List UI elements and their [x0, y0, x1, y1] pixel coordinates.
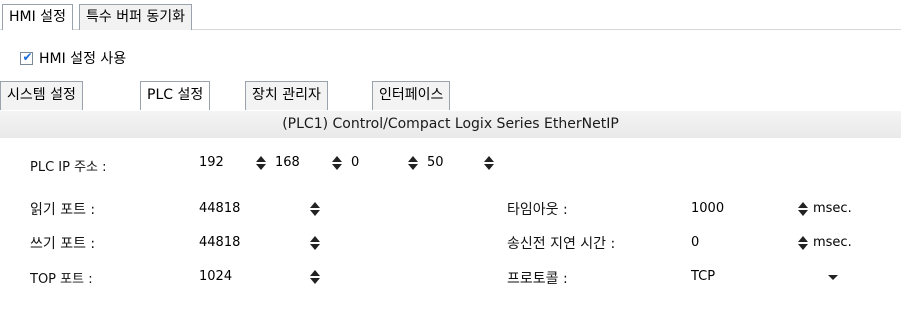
check-mark-icon: ✔	[22, 49, 33, 64]
top-tab-bar: HMI 설정 특수 버퍼 동기화	[0, 0, 901, 32]
read-port-label: 읽기 포트 :	[30, 202, 96, 218]
protocol-dropdown[interactable]: TCP	[688, 266, 848, 288]
tab-hmi-settings[interactable]: HMI 설정	[2, 4, 73, 30]
timeout-spinner[interactable]: 1000	[688, 198, 812, 220]
spinner-arrows-icon[interactable]	[484, 155, 494, 171]
plc-ip-octet-3[interactable]: 0	[348, 152, 422, 174]
write-port-label: 쓰기 포트 :	[30, 236, 96, 252]
spinner-arrows-icon[interactable]	[310, 269, 320, 285]
spinner-arrows-icon[interactable]	[332, 155, 342, 171]
chevron-down-icon[interactable]	[828, 275, 838, 280]
write-port-spinner[interactable]: 44818	[196, 232, 324, 254]
read-port-value: 44818	[199, 201, 241, 216]
plc-ip-octet-1[interactable]: 192	[196, 152, 270, 174]
spinner-arrows-icon[interactable]	[310, 201, 320, 217]
spinner-arrows-icon[interactable]	[798, 201, 808, 217]
plc-ip-octet-2[interactable]: 168	[272, 152, 346, 174]
tab-special-buffer-sync[interactable]: 특수 버퍼 동기화	[79, 4, 193, 30]
plc-settings-panel: (PLC1) Control/Compact Logix Series Ethe…	[0, 111, 901, 315]
tab-interface[interactable]: 인터페이스	[372, 81, 451, 110]
timeout-value: 1000	[691, 201, 725, 216]
hmi-settings-enable-checkbox[interactable]: ✔	[20, 49, 33, 65]
panel-title: (PLC1) Control/Compact Logix Series Ethe…	[0, 111, 901, 138]
timeout-unit: msec.	[813, 201, 852, 216]
tab-system-settings[interactable]: 시스템 설정	[0, 81, 83, 110]
plc-ip-octet-2-value: 168	[275, 155, 300, 170]
top-port-label: TOP 포트 :	[30, 272, 93, 287]
write-port-value: 44818	[199, 235, 241, 250]
plc-ip-octet-3-value: 0	[351, 155, 360, 170]
spinner-arrows-icon[interactable]	[408, 155, 418, 171]
hmi-settings-enable-row[interactable]: ✔ HMI 설정 사용	[20, 48, 126, 68]
sub-tab-bar: 시스템 설정 PLC 설정 장치 관리자 인터페이스	[0, 79, 901, 111]
send-delay-unit: msec.	[813, 235, 852, 250]
hmi-settings-enable-label: HMI 설정 사용	[39, 51, 127, 67]
protocol-label: 프로토콜 :	[507, 271, 568, 287]
spinner-arrows-icon[interactable]	[798, 235, 808, 251]
spinner-arrows-icon[interactable]	[256, 155, 266, 171]
top-port-spinner[interactable]: 1024	[196, 266, 324, 288]
spinner-arrows-icon[interactable]	[310, 235, 320, 251]
plc-ip-label: PLC IP 주소 :	[30, 160, 107, 175]
tab-device-manager[interactable]: 장치 관리자	[245, 81, 328, 110]
plc-ip-octet-4[interactable]: 50	[424, 152, 498, 174]
send-delay-value: 0	[691, 235, 700, 250]
read-port-spinner[interactable]: 44818	[196, 198, 324, 220]
send-delay-spinner[interactable]: 0	[688, 232, 812, 254]
timeout-label: 타임아웃 :	[507, 202, 568, 218]
top-port-value: 1024	[199, 269, 233, 284]
plc-ip-octet-1-value: 192	[199, 155, 224, 170]
tab-plc-settings[interactable]: PLC 설정	[140, 81, 211, 110]
plc-ip-octet-4-value: 50	[427, 155, 444, 170]
send-delay-label: 송신전 지연 시간 :	[507, 236, 616, 252]
protocol-value: TCP	[691, 269, 716, 284]
